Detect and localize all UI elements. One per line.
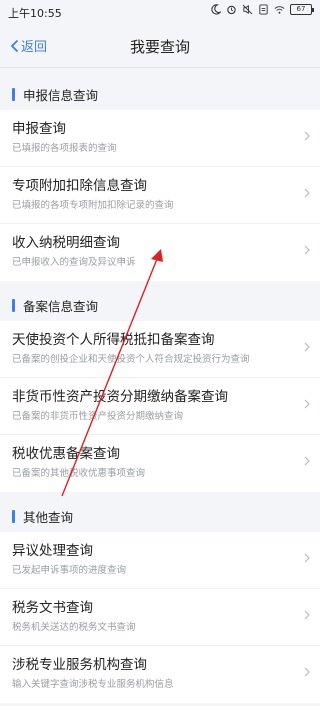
list-item[interactable]: 税收优惠备案查询 已备案的其他税收优惠事项查询	[0, 435, 320, 492]
item-description: 已备案的其他税收优惠事项查询	[12, 468, 146, 479]
status-icons: 67	[210, 4, 314, 15]
chevron-right-icon	[304, 553, 310, 563]
status-time: 上午10:55	[8, 7, 62, 20]
item-title: 收入纳税明细查询	[12, 235, 120, 251]
item-title: 涉税专业服务机构查询	[12, 657, 147, 673]
section-header: 申报信息查询	[0, 78, 320, 110]
list-item[interactable]: 专项附加扣除信息查询 已填报的各项专项附加扣除记录的查询	[0, 167, 320, 224]
section-accent-bar	[12, 87, 15, 101]
section-filing: 备案信息查询 天使投资个人所得税抵扣备案查询 已备案的创投企业和天使投资个人符合…	[0, 289, 320, 492]
list-item[interactable]: 申报查询 已填报的各项报表的查询	[0, 110, 320, 167]
chevron-right-icon	[304, 245, 310, 255]
chevron-right-icon	[304, 610, 310, 620]
mute-icon	[242, 4, 253, 15]
section-accent-bar	[12, 509, 15, 523]
sim-icon	[259, 4, 268, 15]
list-item[interactable]: 天使投资个人所得税抵扣备案查询 已备案的创投企业和天使投资个人符合规定投资行为查…	[0, 321, 320, 378]
list-item[interactable]: 涉税专业服务机构查询 输入关键字查询涉税专业服务机构信息	[0, 646, 320, 703]
list-item[interactable]: 税务文书查询 税务机关送达的税务文书查询	[0, 589, 320, 646]
item-description: 税务机关送达的税务文书查询	[12, 622, 136, 633]
list-item[interactable]: 收入纳税明细查询 已申报收入的查询及异议申诉	[0, 224, 320, 281]
query-list: 申报信息查询 申报查询 已填报的各项报表的查询 专项附加扣除信息查询 已填报的各…	[0, 78, 320, 703]
section-title: 其他查询	[23, 509, 74, 525]
chevron-right-icon	[304, 131, 310, 141]
section-gap	[0, 281, 320, 289]
section-card: 异议处理查询 已发起申诉事项的进度查询 税务文书查询 税务机关送达的税务文书查询…	[0, 532, 320, 703]
section-card: 天使投资个人所得税抵扣备案查询 已备案的创投企业和天使投资个人符合规定投资行为查…	[0, 321, 320, 492]
item-description: 输入关键字查询涉税专业服务机构信息	[12, 679, 174, 690]
chevron-right-icon	[304, 342, 310, 352]
item-title: 非货币性资产投资分期缴纳备案查询	[12, 389, 228, 405]
list-item[interactable]: 异议处理查询 已发起申诉事项的进度查询	[0, 532, 320, 589]
nav-bar: 返回 我要查询	[0, 24, 320, 68]
section-gap	[0, 492, 320, 500]
section-card: 申报查询 已填报的各项报表的查询 专项附加扣除信息查询 已填报的各项专项附加扣除…	[0, 110, 320, 281]
section-title: 备案信息查询	[23, 298, 99, 314]
wifi-icon	[274, 6, 285, 14]
section-header: 其他查询	[0, 500, 320, 532]
battery-icon: 67	[290, 4, 314, 15]
item-description: 已填报的各项报表的查询	[12, 143, 117, 154]
item-title: 专项附加扣除信息查询	[12, 178, 147, 194]
item-description: 已备案的创投企业和天使投资个人符合规定投资行为查询	[12, 354, 250, 365]
status-bar: 上午10:55 67	[0, 0, 320, 24]
section-declaration: 申报信息查询 申报查询 已填报的各项报表的查询 专项附加扣除信息查询 已填报的各…	[0, 78, 320, 281]
chevron-right-icon	[304, 399, 310, 409]
item-description: 已发起申诉事项的进度查询	[12, 565, 127, 576]
item-description: 已备案的非货币性资产投资分期缴纳查询	[12, 411, 184, 422]
page-title: 我要查询	[129, 38, 190, 56]
item-title: 税收优惠备案查询	[12, 446, 120, 462]
item-description: 已申报收入的查询及异议申诉	[12, 257, 136, 268]
section-header: 备案信息查询	[0, 289, 320, 321]
item-title: 异议处理查询	[12, 543, 93, 559]
item-title: 税务文书查询	[12, 600, 93, 616]
chevron-right-icon	[304, 667, 310, 677]
item-description: 已填报的各项专项附加扣除记录的查询	[12, 200, 174, 211]
section-title: 申报信息查询	[23, 87, 99, 103]
item-title: 申报查询	[12, 121, 66, 137]
list-item[interactable]: 非货币性资产投资分期缴纳备案查询 已备案的非货币性资产投资分期缴纳查询	[0, 378, 320, 435]
section-other: 其他查询 异议处理查询 已发起申诉事项的进度查询 税务文书查询 税务机关送达的税…	[0, 500, 320, 703]
chevron-right-icon	[304, 456, 310, 466]
moon-icon	[211, 4, 221, 15]
chevron-right-icon	[304, 188, 310, 198]
section-accent-bar	[12, 298, 15, 312]
item-title: 天使投资个人所得税抵扣备案查询	[12, 332, 215, 348]
alarm-icon	[227, 5, 236, 15]
